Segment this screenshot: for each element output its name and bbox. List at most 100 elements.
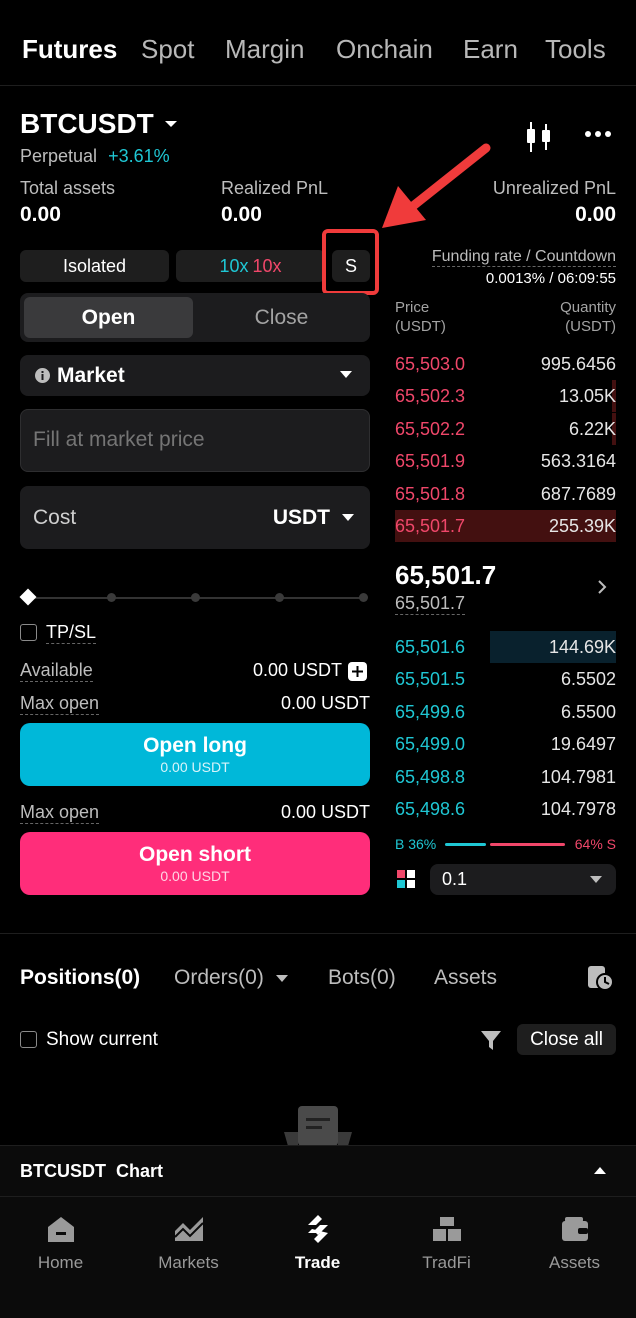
nav-trade[interactable]: Trade — [254, 1197, 381, 1318]
ask-row[interactable]: 65,501.9 563.3164 — [395, 445, 616, 477]
nav-home-label: Home — [37, 1253, 84, 1272]
bid-quantity: 104.7981 — [540, 766, 616, 787]
divider — [0, 933, 636, 934]
orderbook-price-header: Price (USDT) — [395, 298, 446, 336]
amount-slider-handle[interactable] — [19, 588, 37, 606]
realized-pnl-label: Realized PnL — [221, 178, 329, 198]
ask-row[interactable]: 65,503.0 995.6456 — [395, 348, 616, 380]
precision-value: 0.1 — [442, 869, 468, 889]
history-icon[interactable] — [586, 964, 614, 992]
tab-bots[interactable]: Bots(0) — [328, 966, 396, 990]
leverage-button[interactable]: 10x 10x — [176, 250, 325, 282]
open-short-sub: 0.00 USDT — [160, 868, 230, 884]
bid-row[interactable]: 65,501.6 144.69K — [395, 631, 616, 663]
bid-price: 65,501.6 — [395, 637, 466, 657]
ask-row[interactable]: 65,502.2 6.22K — [395, 412, 616, 445]
bid-quantity: 6.5500 — [560, 701, 616, 722]
ask-quantity: 255.39K — [548, 516, 616, 536]
ask-row[interactable]: 65,501.7 255.39K — [395, 510, 616, 542]
tab-earn[interactable]: Earn — [463, 34, 518, 65]
order-type-select[interactable]: Market — [20, 355, 370, 396]
cost-label: Cost — [33, 506, 77, 529]
symbol-name: BTCUSDT — [20, 108, 154, 139]
bid-quantity: 19.6497 — [550, 734, 616, 755]
last-price[interactable]: 65,501.7 — [395, 560, 496, 591]
nav-trade-label: Trade — [294, 1253, 341, 1272]
price-input-box — [20, 409, 370, 472]
caret-down-icon — [164, 121, 177, 127]
margin-mode-label: Isolated — [62, 255, 127, 276]
tab-onchain[interactable]: Onchain — [336, 34, 433, 65]
ask-row[interactable]: 65,501.8 687.7689 — [395, 478, 616, 510]
tab-open[interactable]: Open — [24, 297, 193, 338]
bottom-nav: Home Markets Trade TradFi Assets — [0, 1196, 636, 1318]
nav-markets[interactable]: Markets — [125, 1197, 252, 1318]
candlestick-chart-icon[interactable] — [526, 122, 554, 152]
margin-mode-button[interactable]: Isolated — [20, 250, 169, 282]
depth-mode-icon[interactable] — [397, 870, 415, 888]
tab-spot[interactable]: Spot — [141, 34, 195, 65]
red-arrow-annotation — [382, 143, 491, 228]
caret-down-icon — [340, 371, 352, 378]
sell-ratio: 64% S — [574, 836, 616, 852]
realized-pnl-value: 0.00 — [221, 203, 262, 226]
bid-quantity: 104.7978 — [540, 799, 616, 819]
chart-toggle-bar[interactable]: BTCUSDT Chart — [0, 1145, 636, 1196]
tab-margin[interactable]: Margin — [225, 34, 304, 65]
ask-quantity: 563.3164 — [540, 451, 616, 472]
add-funds-icon[interactable] — [348, 662, 367, 681]
cost-unit[interactable]: USDT — [273, 506, 330, 530]
price-unit: (USDT) — [395, 318, 446, 335]
slider-step-100[interactable] — [359, 593, 368, 602]
funding-label[interactable]: Funding rate / Countdown — [431, 248, 616, 267]
ask-price: 65,502.2 — [395, 418, 466, 439]
buy-ratio: B 36% — [395, 836, 437, 852]
tpsl-label: TP/SL — [46, 622, 97, 644]
max-open-long-value: 0.00 USDT — [280, 693, 370, 713]
close-all-button[interactable]: Close all — [517, 1024, 616, 1055]
ask-row[interactable]: 65,502.3 13.05K — [395, 380, 616, 413]
bid-row[interactable]: 65,499.6 6.5500 — [395, 696, 616, 728]
tab-assets[interactable]: Assets — [434, 966, 497, 990]
filter-icon[interactable] — [480, 1029, 502, 1051]
chevron-right-icon[interactable] — [598, 580, 607, 594]
tab-tools[interactable]: Tools — [545, 34, 606, 65]
chart-bar-label: BTCUSDT Chart — [20, 1161, 163, 1181]
bid-row[interactable]: 65,501.5 6.5502 — [395, 663, 616, 695]
nav-tradfi[interactable]: TradFi — [383, 1197, 510, 1318]
bid-quantity: 144.69K — [548, 637, 616, 657]
slider-step-25[interactable] — [107, 593, 116, 602]
tab-positions[interactable]: Positions(0) — [20, 966, 140, 990]
open-short-button[interactable]: Open short 0.00 USDT — [20, 832, 370, 895]
bid-row[interactable]: 65,499.0 19.6497 — [395, 728, 616, 760]
precision-select[interactable]: 0.1 — [430, 864, 616, 895]
slider-step-75[interactable] — [275, 593, 284, 602]
bid-row[interactable]: 65,498.6 104.7978 — [395, 793, 616, 825]
tab-close-label: Close — [254, 305, 309, 329]
ask-quantity: 13.05K — [558, 386, 616, 407]
caret-down-icon — [276, 975, 288, 982]
slider-step-50[interactable] — [191, 593, 200, 602]
ask-quantity: 995.6456 — [540, 354, 616, 374]
nav-home[interactable]: Home — [0, 1197, 124, 1318]
tpsl-checkbox[interactable] — [20, 624, 37, 641]
caret-down-icon — [590, 876, 602, 883]
bid-quantity: 6.5502 — [560, 669, 616, 690]
bid-price: 65,499.0 — [395, 734, 466, 755]
tab-orders[interactable]: Orders(0) — [174, 966, 264, 990]
tab-close[interactable]: Close — [197, 297, 366, 338]
open-long-button[interactable]: Open long 0.00 USDT — [20, 723, 370, 786]
tab-futures[interactable]: Futures — [22, 34, 117, 65]
symbol-selector[interactable]: BTCUSDT — [20, 108, 178, 140]
ratio-bar — [445, 843, 565, 846]
highlight-box — [322, 229, 379, 295]
price-input[interactable] — [33, 426, 353, 454]
show-current-checkbox[interactable] — [20, 1031, 37, 1048]
ask-price: 65,503.0 — [395, 354, 466, 374]
bid-price: 65,501.5 — [395, 669, 466, 690]
cost-input-box[interactable]: Cost USDT — [20, 486, 370, 549]
more-icon[interactable] — [584, 130, 612, 138]
nav-assets[interactable]: Assets — [511, 1197, 636, 1318]
bid-row[interactable]: 65,498.8 104.7981 — [395, 761, 616, 793]
wallet-icon — [561, 1217, 588, 1241]
